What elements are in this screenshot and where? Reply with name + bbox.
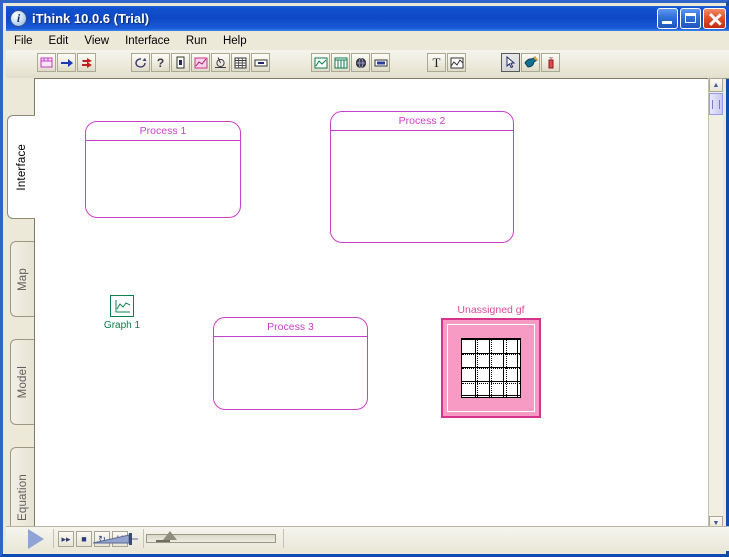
menu-item-run[interactable]: Run: [178, 33, 215, 49]
storyboard-icon[interactable]: [37, 53, 56, 72]
toolbar: ? T: [6, 50, 729, 79]
gf-panel[interactable]: [441, 318, 541, 418]
red-arrow-icon[interactable]: [77, 53, 96, 72]
speed-wedge-control[interactable]: [93, 532, 139, 546]
run-stop-button[interactable]: ■: [76, 531, 92, 547]
menu-item-interface[interactable]: Interface: [117, 33, 178, 49]
hand-paint-tool-icon[interactable]: [521, 53, 540, 72]
sidebar-item-label-interface: Interface: [15, 143, 28, 191]
scroll-up-icon[interactable]: ▲: [709, 78, 723, 92]
menu-item-view[interactable]: View: [76, 33, 117, 49]
line-chart-icon[interactable]: [311, 53, 330, 72]
process-box-3[interactable]: Process 3: [213, 317, 368, 410]
numeric-display-icon[interactable]: [251, 53, 270, 72]
canvas-surface: Process 1 Process 2 Process 3 Graph 1 Un…: [35, 79, 714, 529]
pointer-tool-icon[interactable]: [501, 53, 520, 72]
run-step-button[interactable]: ▸▸: [58, 531, 74, 547]
toolbar-group-tools: [501, 53, 560, 72]
slider-device-icon[interactable]: [171, 53, 190, 72]
run-step-glyph: ▸▸: [61, 533, 71, 544]
graph-pad-icon[interactable]: [191, 53, 210, 72]
menu-bar: File Edit View Interface Run Help: [6, 31, 729, 50]
sidebar-item-map[interactable]: Map: [10, 241, 34, 317]
reset-loop-icon[interactable]: [131, 53, 150, 72]
time-slider-thumb[interactable]: [163, 531, 177, 540]
unassigned-gf-label: Unassigned gf: [457, 304, 525, 316]
window-controls: [657, 8, 726, 29]
readout-icon[interactable]: [371, 53, 390, 72]
run-play-button[interactable]: [28, 529, 44, 549]
interface-canvas[interactable]: Process 1 Process 2 Process 3 Graph 1 Un…: [34, 78, 715, 530]
text-tool-icon[interactable]: T: [427, 53, 446, 72]
process-box-2[interactable]: Process 2: [330, 111, 514, 243]
question-mark-icon[interactable]: ?: [151, 53, 170, 72]
graph-node-label: Graph 1: [103, 320, 141, 331]
dynamite-tool-icon[interactable]: [541, 53, 560, 72]
sidebar-item-label-equation: Equation: [16, 473, 29, 521]
toolbar-group-object: [37, 53, 96, 72]
table-icon[interactable]: [231, 53, 250, 72]
gf-panel-inner: [447, 324, 535, 412]
sidebar-item-label-map: Map: [16, 267, 29, 291]
sidebar-item-model[interactable]: Model: [10, 339, 34, 425]
menu-item-file[interactable]: File: [6, 33, 41, 49]
window-title: iThink 10.0.6 (Trial): [32, 11, 150, 26]
time-slider-thumb-base: [156, 540, 170, 542]
process-title-2: Process 2: [331, 112, 513, 131]
run-control-bar: ▸▸ ■ ↻ U: [6, 526, 729, 551]
window-frame: i iThink 10.0.6 (Trial) File Edit View I…: [0, 0, 729, 557]
sidebar-item-interface[interactable]: Interface: [7, 115, 35, 219]
title-bar: i iThink 10.0.6 (Trial): [6, 6, 729, 31]
maximize-button[interactable]: [680, 8, 701, 29]
run-stop-glyph: ■: [81, 534, 87, 544]
toolbar-group-output: [311, 53, 390, 72]
toolbar-group-controls: ?: [131, 53, 270, 72]
process-title-3: Process 3: [214, 318, 367, 337]
grid-table-icon[interactable]: [331, 53, 350, 72]
process-box-1[interactable]: Process 1: [85, 121, 241, 218]
graph-node[interactable]: Graph 1: [96, 295, 148, 331]
close-button[interactable]: [703, 8, 726, 29]
menu-item-help[interactable]: Help: [215, 33, 255, 49]
app-icon: i: [10, 10, 27, 27]
sidebar-tab-strip: Interface Map Model Equation: [6, 78, 35, 547]
line-chart-icon: [110, 295, 134, 317]
blue-arrow-icon[interactable]: [57, 53, 76, 72]
picture-tool-icon[interactable]: [447, 53, 466, 72]
menu-item-edit[interactable]: Edit: [41, 33, 77, 49]
globe-icon[interactable]: [351, 53, 370, 72]
vertical-scroll-thumb[interactable]: [709, 93, 723, 115]
gf-grid-chart[interactable]: [461, 338, 521, 398]
unassigned-gf-node[interactable]: Unassigned gf: [441, 304, 541, 418]
knob-icon[interactable]: [211, 53, 230, 72]
sidebar-item-label-model: Model: [16, 365, 29, 399]
application-window: i iThink 10.0.6 (Trial) File Edit View I…: [0, 0, 729, 557]
toolbar-group-annotation: T: [427, 53, 466, 72]
vertical-scrollbar[interactable]: ▲ ▼: [708, 78, 723, 530]
process-title-1: Process 1: [86, 122, 240, 141]
minimize-button[interactable]: [657, 8, 678, 29]
